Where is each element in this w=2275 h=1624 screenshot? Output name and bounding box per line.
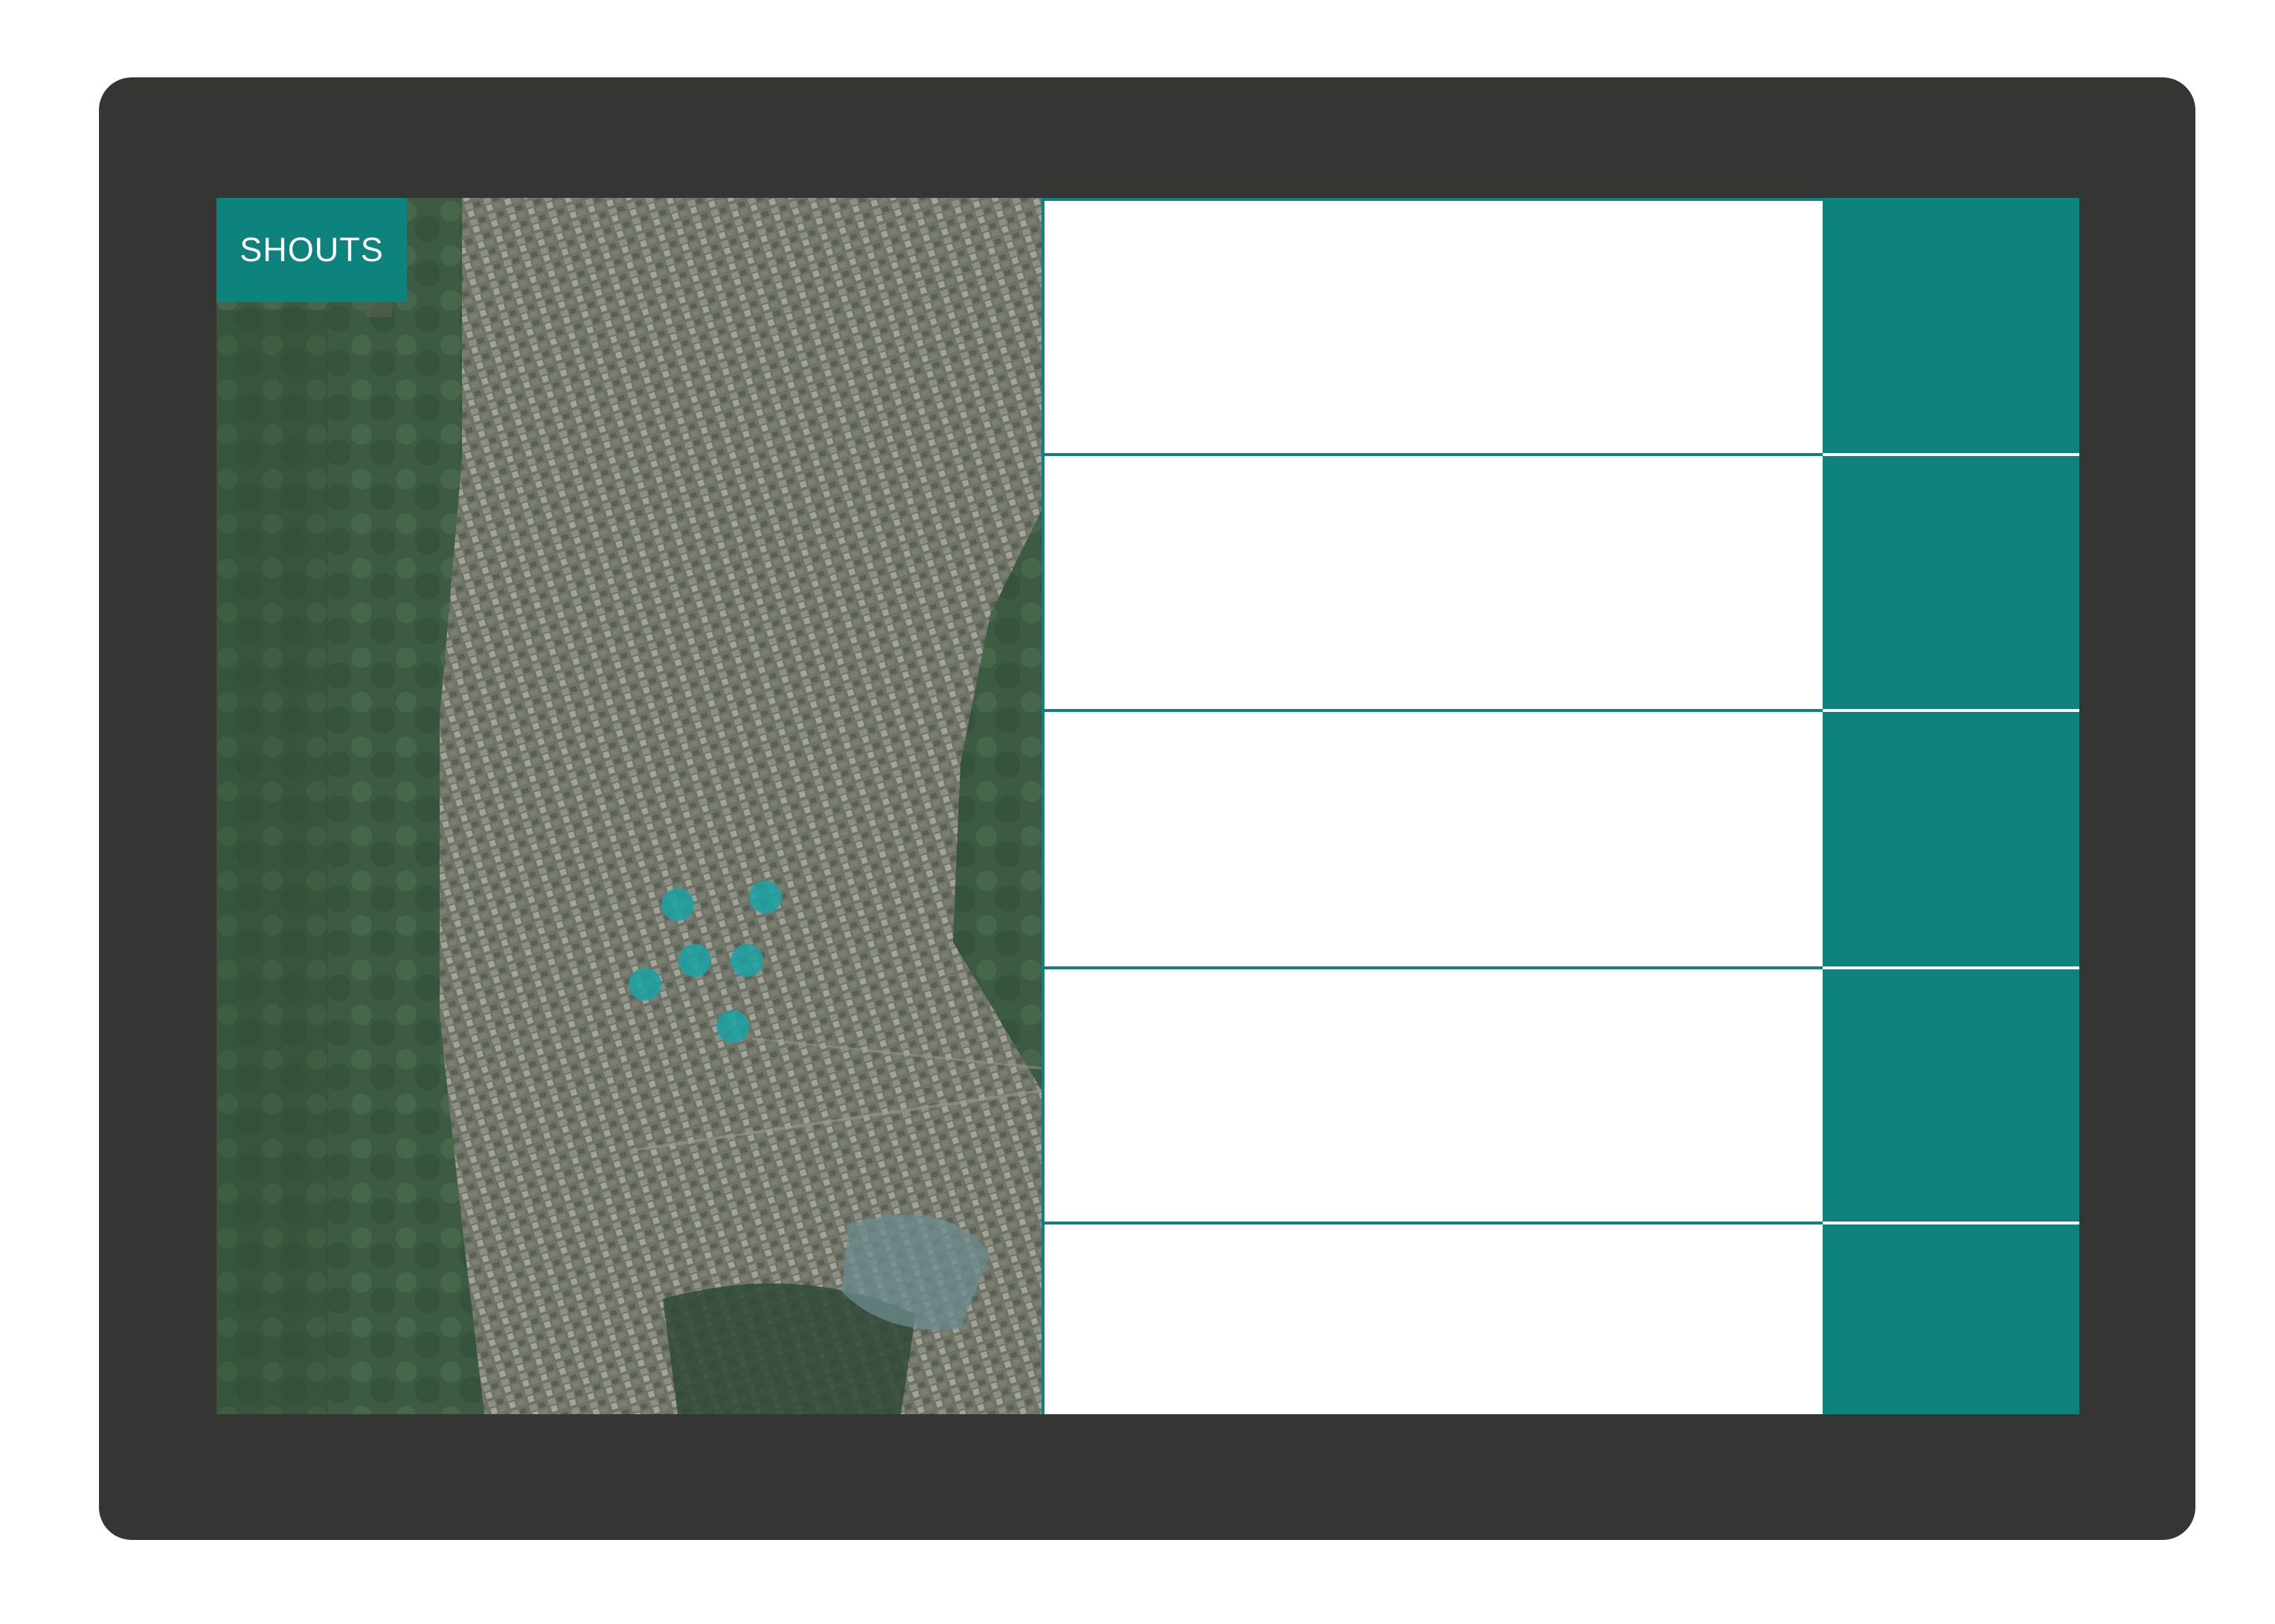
shout-content[interactable] — [1045, 198, 1823, 456]
shout-content[interactable] — [1045, 712, 1823, 969]
shout-list-item[interactable] — [1045, 456, 2079, 712]
shout-action-panel[interactable] — [1823, 712, 2079, 969]
shout-list-item[interactable] — [1045, 712, 2079, 969]
shout-list-item[interactable] — [1045, 198, 2079, 456]
shout-content[interactable] — [1045, 456, 1823, 712]
shout-action-panel[interactable] — [1823, 198, 2079, 456]
shout-list-item[interactable] — [1045, 1225, 2079, 1414]
shout-action-panel[interactable] — [1823, 969, 2079, 1225]
shout-list-item[interactable] — [1045, 969, 2079, 1225]
shout-action-panel[interactable] — [1823, 456, 2079, 712]
shout-action-panel[interactable] — [1823, 1225, 2079, 1414]
map-view[interactable]: SHOUTS — [216, 198, 1042, 1414]
shout-content[interactable] — [1045, 969, 1823, 1225]
satellite-map — [216, 198, 1042, 1414]
shout-list[interactable] — [1042, 198, 2079, 1414]
shout-content[interactable] — [1045, 1225, 1823, 1414]
app-screen: SHOUTS — [216, 198, 2079, 1414]
app-title-badge: SHOUTS — [216, 198, 407, 302]
